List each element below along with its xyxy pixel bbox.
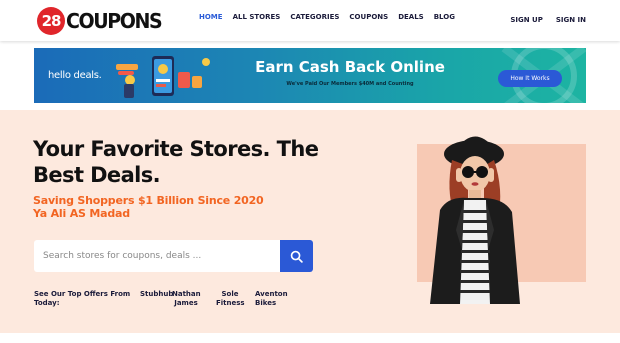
tagline-line-1: Saving Shoppers $1 Billion Since 2020 [33, 194, 264, 207]
offer-sole-fitness[interactable]: Sole Fitness [216, 290, 245, 308]
nav-home[interactable]: HOME [199, 13, 223, 21]
hero-section: Your Favorite Stores. The Best Deals. Sa… [0, 110, 620, 333]
logo-wordmark: COUPONS [66, 9, 163, 33]
auth-links: SIGN UP SIGN IN [497, 16, 586, 24]
offer-aventon-bikes[interactable]: Aventon Bikes [255, 290, 288, 308]
search-button[interactable] [280, 240, 313, 272]
sign-in-link[interactable]: SIGN IN [556, 16, 586, 24]
nav-categories[interactable]: CATEGORIES [290, 13, 339, 21]
top-offers: See Our Top Offers From Today: Stubhub N… [34, 290, 288, 308]
banner-title: Earn Cash Back Online [255, 58, 445, 76]
site-header: 28 COUPONS HOME ALL STORES CATEGORIES CO… [0, 0, 620, 41]
banner-brand: hello deals. [48, 70, 102, 81]
nav-coupons[interactable]: COUPONS [349, 13, 388, 21]
sign-up-link[interactable]: SIGN UP [510, 16, 543, 24]
logo-badge: 28 [37, 7, 65, 35]
hero-headline: Your Favorite Stores. The Best Deals. [33, 137, 319, 188]
main-nav: HOME ALL STORES CATEGORIES COUPONS DEALS… [199, 13, 465, 21]
offer-stubhub[interactable]: Stubhub [140, 290, 173, 308]
nav-blog[interactable]: BLOG [434, 13, 455, 21]
phone-shopping-illustration-icon [116, 56, 210, 98]
cashback-banner[interactable]: hello deals. Earn Cash Back Online We've… [34, 48, 586, 103]
top-offers-label: See Our Top Offers From Today: [34, 290, 131, 308]
woman-with-sunglasses-image [430, 136, 520, 304]
nav-all-stores[interactable]: ALL STORES [233, 13, 281, 21]
how-it-works-button[interactable]: How It Works [498, 70, 562, 87]
search-input[interactable] [34, 240, 280, 272]
tagline-line-2: Ya Ali AS Madad [33, 207, 130, 221]
store-search [34, 240, 313, 272]
banner-subtitle: We've Paid Our Members $40M and Counting [286, 81, 414, 87]
site-logo[interactable]: 28 COUPONS [37, 7, 166, 35]
hero-tagline: Saving Shoppers $1 Billion Since 2020 Ya… [33, 194, 264, 220]
offer-nathan-james[interactable]: Nathan James [172, 290, 201, 308]
search-icon [290, 250, 303, 263]
nav-deals[interactable]: DEALS [398, 13, 424, 21]
